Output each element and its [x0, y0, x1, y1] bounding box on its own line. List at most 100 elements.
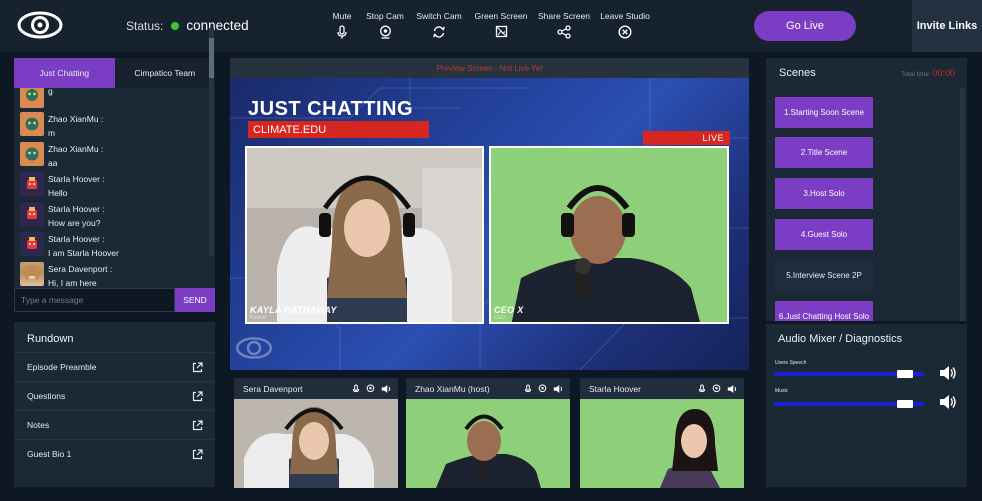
host-role-caption: CEO: [494, 315, 505, 321]
send-button[interactable]: SEND: [175, 288, 215, 312]
mic-icon: [337, 25, 347, 39]
chat-message: Zhao XianMu : m: [20, 112, 103, 140]
users-speech-slider-knob[interactable]: [896, 370, 913, 378]
external-link-icon[interactable]: [192, 448, 203, 460]
camera-name: Zhao XianMu (host): [415, 383, 490, 394]
chat-author: Starla Hoover :: [48, 174, 105, 184]
total-time-label: Total time:: [901, 71, 931, 78]
external-link-icon[interactable]: [192, 390, 203, 402]
rundown-item-label: Notes: [27, 420, 50, 430]
tab-cimpatico-team[interactable]: Cimpatico Team: [114, 58, 215, 88]
channel-label-music: Music: [775, 388, 789, 394]
rundown-item-episode-preamble[interactable]: Episode Preamble: [14, 352, 215, 381]
chat-text: How are you?: [48, 218, 101, 228]
stage-video-tile-guest[interactable]: KAYLA HATHAWAY Partner: [245, 146, 484, 324]
mute-label: Mute: [332, 11, 352, 21]
chat-author: Sera Davenport :: [48, 264, 113, 274]
camera-tile-sera[interactable]: Sera Davenport: [234, 378, 398, 488]
speaker-volume-icon[interactable]: [939, 394, 957, 410]
scene-guest-solo[interactable]: 4.Guest Solo: [775, 219, 873, 250]
scene-host-solo[interactable]: 3.Host Solo: [775, 178, 873, 209]
status-value: connected: [186, 18, 249, 33]
speaker-icon[interactable]: [727, 384, 738, 394]
chat-scrollbar[interactable]: [209, 28, 214, 256]
total-time-value: 00:00: [932, 68, 955, 78]
scene-starting-soon[interactable]: 1.Starting Soon Scene: [775, 97, 873, 128]
webcam-icon[interactable]: [366, 383, 375, 394]
webcam-icon[interactable]: [538, 383, 547, 394]
status-label: Status:: [126, 18, 164, 33]
scene-interview-2p[interactable]: 5.Interview Scene 2P: [775, 260, 873, 291]
chat-author: Zhao XianMu :: [48, 114, 104, 124]
stage-subtitle: CLIMATE.EDU: [248, 121, 429, 138]
users-speech-slider[interactable]: [774, 370, 924, 378]
leave-studio-button[interactable]: Leave Studio: [590, 11, 660, 39]
external-link-icon[interactable]: [192, 361, 203, 373]
chat-text: g: [48, 88, 53, 96]
avatar: [20, 142, 44, 166]
green-screen-label: Green Screen: [474, 11, 528, 21]
music-slider-knob[interactable]: [896, 400, 913, 408]
guest-video-feed: [247, 148, 482, 322]
audio-mixer-title: Audio Mixer / Diagnostics: [778, 333, 903, 345]
chat-message-list[interactable]: g Zhao XianMu : m Zhao XianMu : aa Starla …: [14, 88, 215, 288]
stage-watermark-logo: [236, 337, 272, 359]
tab-just-chatting[interactable]: Just Chatting: [14, 58, 115, 88]
camera-video-starla: [580, 399, 744, 488]
chat-scrollbar-thumb[interactable]: [209, 38, 214, 78]
switch-cam-button[interactable]: Switch Cam: [404, 11, 474, 39]
rundown-item-notes[interactable]: Notes: [14, 410, 215, 439]
music-slider[interactable]: [774, 400, 924, 408]
invite-links-button[interactable]: Invite Links: [912, 0, 982, 52]
camera-tile-starla[interactable]: Starla Hoover: [580, 378, 744, 488]
status-dot-icon: [171, 21, 180, 30]
host-name-caption: CEO X: [494, 305, 524, 315]
guest-role-caption: Partner: [250, 315, 267, 321]
chat-text: Hello: [48, 188, 68, 198]
scene-title[interactable]: 2.Title Scene: [775, 137, 873, 168]
refresh-icon: [433, 26, 445, 38]
chat-message-input[interactable]: [14, 288, 175, 312]
close-circle-icon: [618, 25, 632, 39]
share-icon: [557, 25, 571, 39]
green-screen-icon: [495, 25, 507, 38]
chat-author: Starla Hoover :: [48, 234, 105, 244]
mic-icon[interactable]: [698, 383, 706, 394]
external-link-icon[interactable]: [192, 419, 203, 431]
rundown-item-questions[interactable]: Questions: [14, 381, 215, 410]
preview-status-bar: Preview Screen - Not Live Yet: [230, 58, 749, 78]
avatar: [20, 262, 44, 286]
channel-label-users-speech: Users Speech: [775, 360, 807, 366]
top-bar: Status: connected Mute Stop Cam Switch C…: [0, 0, 982, 52]
rundown-item-label: Questions: [27, 391, 66, 401]
speaker-volume-icon[interactable]: [939, 365, 957, 381]
live-badge: LIVE: [643, 131, 730, 145]
chat-text: aa: [48, 158, 58, 168]
guest-name-caption: KAYLA HATHAWAY: [250, 305, 337, 315]
chat-text: m: [48, 128, 56, 138]
go-live-button[interactable]: Go Live: [754, 11, 856, 41]
connection-status: Status: connected: [126, 18, 249, 33]
avatar: [20, 172, 44, 196]
mic-icon[interactable]: [352, 383, 360, 394]
speaker-icon[interactable]: [553, 384, 564, 394]
stage-video-tile-host[interactable]: CEO X CEO: [489, 146, 729, 324]
camera-name: Sera Davenport: [243, 383, 303, 394]
rundown-panel: Rundown Episode Preamble Questions Notes…: [14, 322, 215, 487]
chat-message: Starla Hoover : Hello: [20, 172, 105, 200]
rundown-item-label: Episode Preamble: [27, 362, 97, 372]
rundown-item-label: Guest Bio 1: [27, 449, 72, 459]
share-screen-button[interactable]: Share Screen: [529, 11, 599, 39]
scene-just-chatting-host-solo[interactable]: 6.Just Chatting Host Solo: [775, 301, 873, 321]
chat-panel: Just Chatting Cimpatico Team g Zhao Xian…: [14, 58, 215, 312]
camera-tile-zhao[interactable]: Zhao XianMu (host): [406, 378, 570, 488]
rundown-item-guest-bio[interactable]: Guest Bio 1: [14, 439, 215, 468]
speaker-icon[interactable]: [381, 384, 392, 394]
mic-icon[interactable]: [524, 383, 532, 394]
avatar: [20, 232, 44, 256]
green-screen-button[interactable]: Green Screen: [466, 11, 536, 38]
scenes-scrollbar[interactable]: [960, 88, 965, 321]
webcam-icon[interactable]: [712, 383, 721, 394]
studio-logo: [17, 11, 63, 39]
chat-message: Sera Davenport : Hi, I am here: [20, 262, 112, 288]
